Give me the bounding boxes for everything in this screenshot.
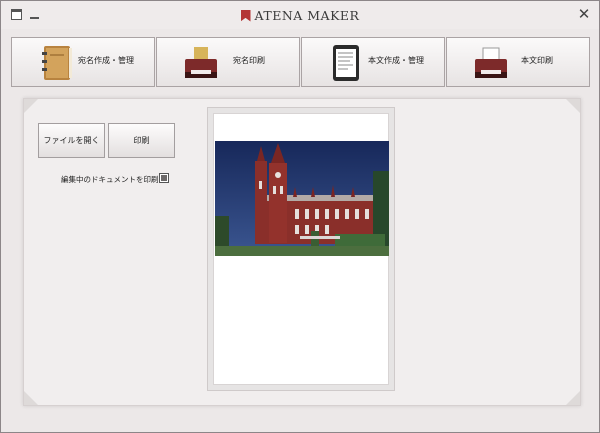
printer-envelope-icon — [185, 47, 217, 78]
panel-corner — [24, 99, 38, 113]
toolbar-button-body-management[interactable]: 本文作成・管理 — [301, 37, 445, 87]
title-bar: ATENA MAKER ✕ — [1, 1, 599, 29]
toolbar-button-address-print[interactable]: 宛名印刷 — [156, 37, 300, 87]
app-window: ATENA MAKER ✕ 宛名作成・管理 宛名印刷 本文作成・管理 本文印刷 … — [0, 0, 600, 433]
print-button[interactable]: 印刷 — [108, 123, 175, 158]
panel-corner — [566, 391, 580, 405]
print-preview — [207, 107, 395, 391]
main-toolbar: 宛名作成・管理 宛名印刷 本文作成・管理 本文印刷 — [11, 37, 591, 88]
toolbar-button-address-management[interactable]: 宛名作成・管理 — [11, 37, 155, 87]
toolbar-button-label: 本文作成・管理 — [368, 56, 424, 65]
panel-corner — [566, 99, 580, 113]
toolbar-button-body-print[interactable]: 本文印刷 — [446, 37, 590, 87]
address-book-icon — [42, 46, 72, 80]
bookmark-logo-icon — [240, 9, 251, 22]
printer-paper-icon — [475, 47, 507, 78]
toolbar-button-label: 宛名印刷 — [233, 56, 265, 65]
toolbar-button-label: 宛名作成・管理 — [78, 56, 134, 65]
print-current-document-label: 編集中のドキュメントを印刷 — [61, 175, 159, 184]
church-photo — [215, 141, 389, 256]
app-title: ATENA MAKER — [254, 7, 360, 23]
toolbar-button-label: 本文印刷 — [521, 56, 553, 65]
close-button[interactable]: ✕ — [577, 7, 591, 22]
print-current-document-checkbox[interactable] — [159, 173, 169, 183]
panel-corner — [24, 391, 38, 405]
print-panel: ファイルを開く 印刷 編集中のドキュメントを印刷 — [23, 98, 581, 406]
open-file-button[interactable]: ファイルを開く — [38, 123, 105, 158]
title-area: ATENA MAKER — [1, 1, 599, 29]
tablet-document-icon — [333, 45, 359, 81]
preview-page — [213, 113, 389, 385]
